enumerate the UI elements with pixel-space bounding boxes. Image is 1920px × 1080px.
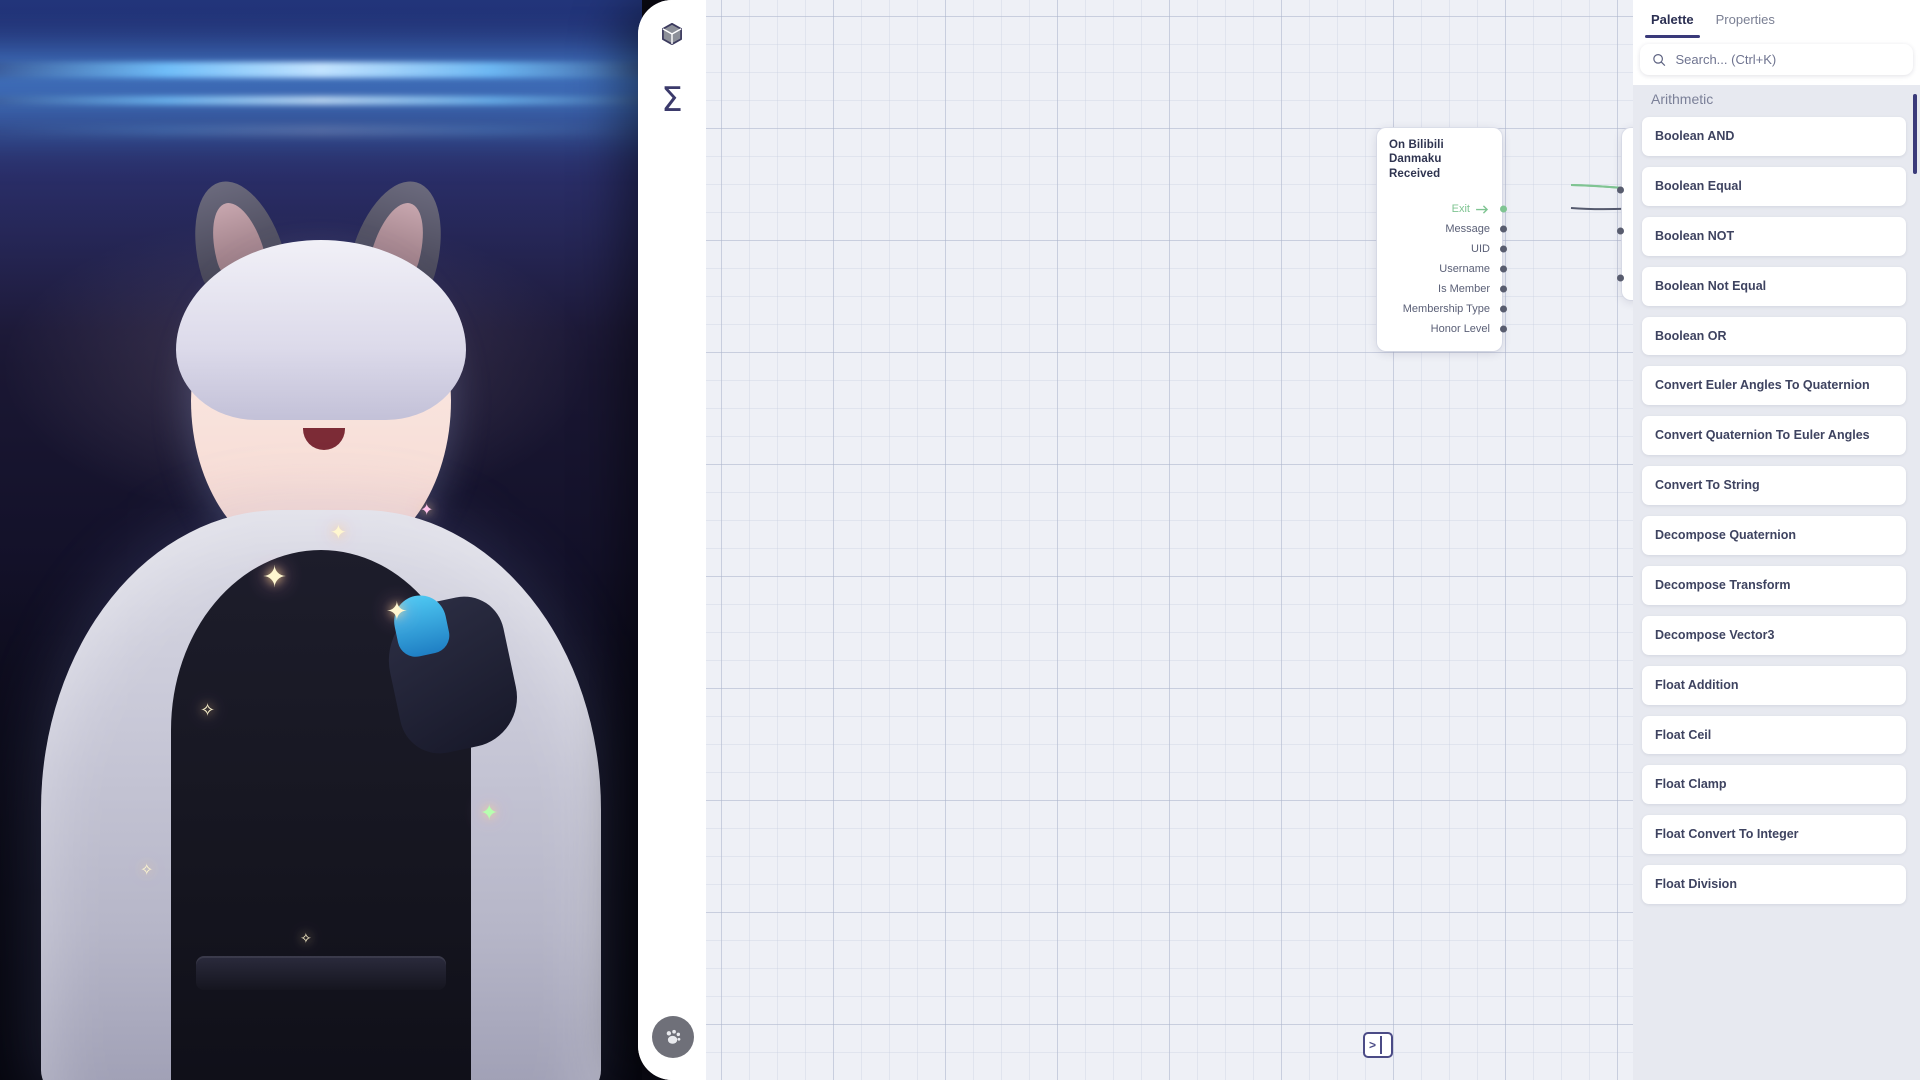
node-port-row[interactable]: Username — [1389, 259, 1507, 279]
palette-item[interactable]: Boolean Equal — [1642, 166, 1906, 206]
node-editor-window: Σ On Bilibili Danmaku Received Exit Mess… — [638, 0, 1920, 1080]
tool-rail: Σ — [638, 0, 706, 1080]
search-box[interactable] — [1640, 44, 1913, 75]
palette-item[interactable]: Convert Quaternion To Euler Angles — [1642, 416, 1906, 456]
port-dot-message[interactable] — [1500, 225, 1507, 233]
port-dot-b[interactable] — [1617, 227, 1624, 235]
paw-avatar-icon[interactable] — [652, 1016, 694, 1058]
sparkle-icon: ✦ — [330, 522, 347, 544]
palette-item[interactable]: Convert To String — [1642, 466, 1906, 505]
node-port-row[interactable]: Is Member — [1389, 279, 1507, 299]
palette-item[interactable]: Boolean OR — [1642, 316, 1906, 356]
port-label-honor-level: Honor Level — [1430, 323, 1490, 336]
cube-icon[interactable] — [652, 14, 692, 54]
sparkle-icon: ✦ — [420, 502, 434, 519]
port-dot-username[interactable] — [1500, 265, 1507, 273]
neon-light-bar-secondary — [0, 96, 642, 105]
palette-scrollbar[interactable] — [1913, 94, 1917, 174]
palette-item[interactable]: Float Ceil — [1642, 715, 1906, 755]
port-label-is-member: Is Member — [1438, 283, 1490, 296]
port-dot-honor-level[interactable] — [1500, 325, 1507, 333]
search-input[interactable] — [1675, 52, 1901, 67]
port-dot-uid[interactable] — [1500, 245, 1507, 253]
toggle-left-panel-button[interactable]: > — [1363, 1032, 1393, 1058]
palette-item[interactable]: Decompose Quaternion — [1642, 516, 1906, 555]
port-dot-exit[interactable] — [1500, 205, 1507, 213]
node-port-row[interactable]: Message — [1389, 219, 1507, 239]
port-dot-a[interactable] — [1617, 186, 1624, 194]
app-root: ✦ ✦ ✦ ✧ ✦ ✧ ✧ ✦ Σ On Bilibili Danmaku Re… — [0, 0, 1920, 1080]
avatar-belt — [196, 956, 446, 990]
panel-toggle-label: > — [1369, 1038, 1377, 1052]
sparkle-icon: ✦ — [386, 596, 408, 626]
palette-item[interactable]: Float Clamp — [1642, 765, 1906, 805]
port-label-exit: Exit — [1451, 203, 1470, 216]
palette-item[interactable]: Boolean Not Equal — [1642, 266, 1906, 306]
search-icon — [1653, 53, 1666, 66]
palette-item[interactable]: Decompose Transform — [1642, 565, 1906, 605]
sparkle-icon: ✦ — [262, 561, 288, 594]
node-title: On Bilibili Danmaku Received — [1389, 139, 1444, 180]
port-dot-membership-type[interactable] — [1500, 305, 1507, 313]
palette-item[interactable]: Decompose Vector3 — [1642, 615, 1906, 655]
tab-palette[interactable]: Palette — [1645, 0, 1700, 38]
port-label-username: Username — [1439, 263, 1490, 276]
palette-item[interactable]: Float Convert To Integer — [1642, 815, 1906, 855]
tab-properties[interactable]: Properties — [1716, 0, 1775, 38]
vtuber-avatar-stage: ✦ ✦ ✦ ✧ ✦ ✧ ✧ ✦ — [0, 0, 642, 1080]
node-port-row[interactable]: Honor Level — [1389, 319, 1507, 339]
node-port-row[interactable]: UID — [1389, 239, 1507, 259]
node-port-row[interactable]: Membership Type — [1389, 299, 1507, 319]
palette-item[interactable]: Float Division — [1642, 865, 1906, 904]
palette-item[interactable]: Float Addition — [1642, 665, 1906, 705]
palette-group-title: Arithmetic — [1651, 91, 1714, 107]
palette-item[interactable]: Boolean NOT — [1642, 216, 1906, 256]
sparkle-icon: ✧ — [140, 862, 154, 879]
palette-item[interactable]: Boolean AND — [1642, 117, 1906, 156]
sparkle-icon: ✧ — [300, 930, 312, 946]
sparkle-icon: ✧ — [200, 700, 216, 720]
node-on-bilibili-danmaku-received[interactable]: On Bilibili Danmaku Received Exit Messag… — [1377, 128, 1507, 352]
panel-toggle-divider — [1380, 1036, 1382, 1054]
palette-item[interactable]: Convert Euler Angles To Quaternion — [1642, 366, 1906, 406]
palette-panel: Palette Properties Arithmetic Boolean AN… — [1633, 0, 1920, 1080]
palette-item-list[interactable]: Arithmetic Boolean AND Boolean Equal Boole… — [1633, 75, 1920, 1080]
neon-light-bar — [0, 62, 642, 78]
sparkle-icon: ✦ — [480, 800, 499, 825]
port-label-uid: UID — [1471, 243, 1490, 256]
node-port-row[interactable]: Exit — [1389, 199, 1507, 219]
port-dot-is-member[interactable] — [1500, 285, 1507, 293]
port-label-message: Message — [1445, 223, 1490, 236]
arrow-right-icon — [1476, 204, 1489, 214]
port-label-membership-type: Membership Type — [1402, 303, 1490, 316]
port-dot-ignore-case[interactable] — [1617, 274, 1624, 282]
sigma-icon[interactable]: Σ — [652, 80, 692, 120]
neon-light-bar-tertiary — [0, 128, 642, 133]
panel-tabs: Palette Properties — [1633, 0, 1920, 38]
